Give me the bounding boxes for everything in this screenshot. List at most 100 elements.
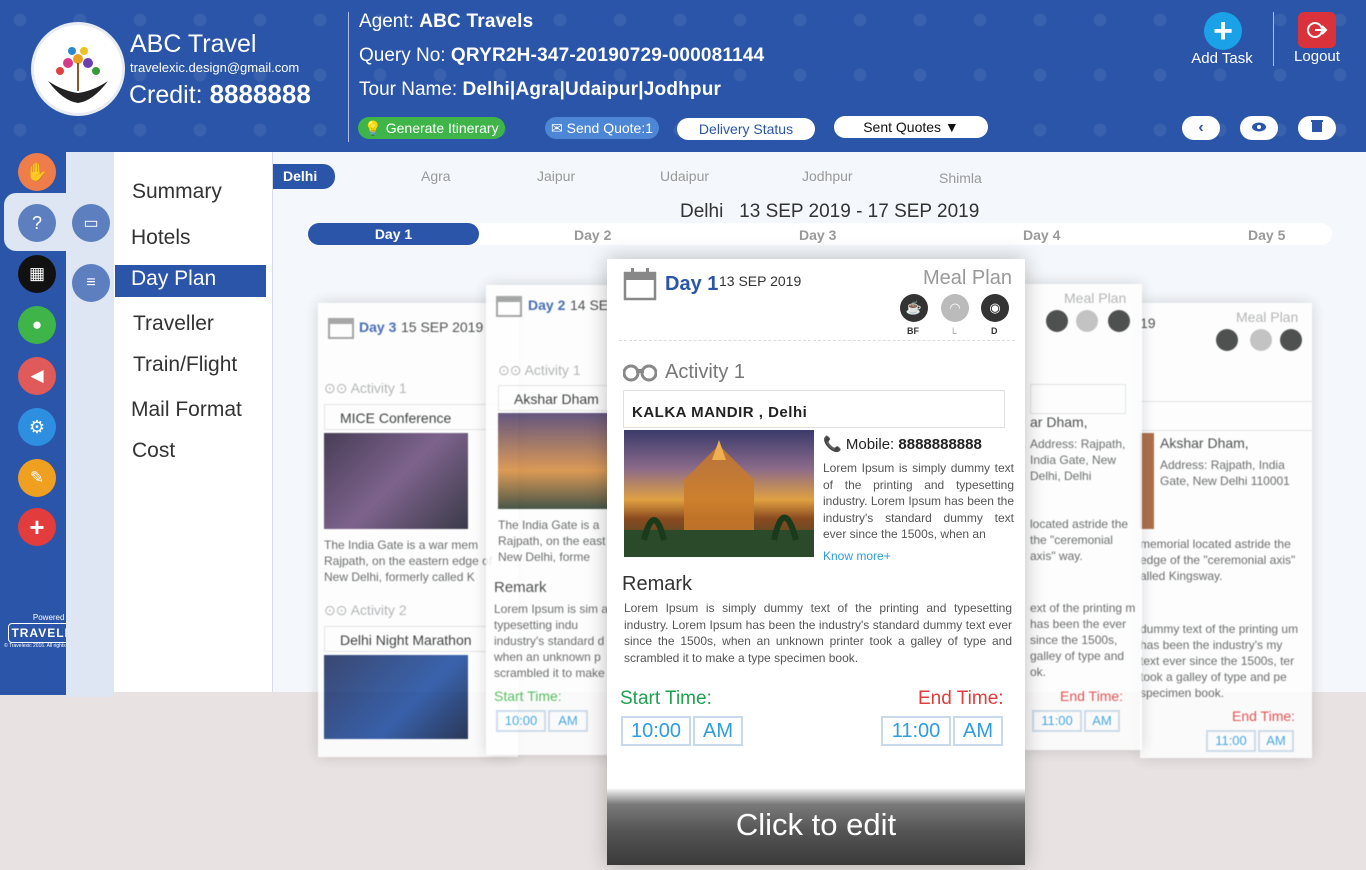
card2-remark-title: Remark bbox=[494, 579, 547, 596]
tour-line: Tour Name: Delhi|Agra|Udaipur|Jodhpur bbox=[359, 79, 722, 100]
list-search-icon[interactable]: ≡ bbox=[72, 264, 110, 302]
card2-start-ampm[interactable]: AM bbox=[548, 710, 588, 732]
card3-desc: The India Gate is a war mem Rajpath, on … bbox=[324, 538, 493, 584]
city-tab-jodhpur[interactable]: Jodhpur bbox=[802, 168, 853, 184]
breakfast-icon bbox=[1216, 329, 1238, 351]
day-tab-2[interactable]: Day 2 bbox=[574, 227, 611, 243]
remark-text: Lorem Ipsum is simply dummy text of the … bbox=[624, 601, 1012, 665]
card4-address: Address: Rajpath, India Gate, New Delhi,… bbox=[1030, 437, 1126, 483]
rail-map-icon[interactable]: ▦ bbox=[18, 255, 56, 293]
temple-photo bbox=[624, 430, 814, 557]
rail-add-icon[interactable]: + bbox=[18, 508, 56, 546]
calendar-icon bbox=[496, 293, 522, 322]
end-ampm-select[interactable]: AM bbox=[953, 716, 1003, 746]
menu-cost[interactable]: Cost bbox=[132, 439, 175, 463]
calendar-icon bbox=[328, 315, 354, 344]
card5-remark: dummy text of the printing um has been t… bbox=[1140, 622, 1299, 700]
city-tab-agra[interactable]: Agra bbox=[421, 168, 451, 184]
generate-itinerary-button[interactable]: 💡 Generate Itinerary bbox=[358, 117, 505, 139]
query-line: Query No: QRYR2H-347-20190729-000081144 bbox=[359, 45, 765, 66]
city-tab-udaipur[interactable]: Udaipur bbox=[660, 168, 709, 184]
binoculars-icon: ⊙⊙ bbox=[498, 362, 522, 378]
rail-query-icon[interactable]: ? bbox=[18, 204, 56, 242]
city-tab-delhi[interactable]: Delhi bbox=[273, 164, 335, 189]
action-divider bbox=[1273, 12, 1274, 66]
end-time-label: End Time: bbox=[918, 688, 1004, 709]
presentation-icon[interactable]: ▭ bbox=[72, 204, 110, 242]
rail-edit-icon[interactable]: ✎ bbox=[18, 459, 56, 497]
click-to-edit-bar[interactable]: Click to edit bbox=[607, 789, 1025, 865]
mobile-line: 📞 Mobile: 8888888888 bbox=[823, 436, 982, 453]
card2-start-time[interactable]: 10:00 bbox=[496, 710, 546, 732]
meal-plan-title: Meal Plan bbox=[923, 267, 1012, 289]
start-time-input[interactable]: 10:00 bbox=[621, 716, 691, 746]
menu-traveller[interactable]: Traveller bbox=[133, 312, 214, 336]
phone-icon: 📞 bbox=[823, 436, 842, 453]
day-card-1[interactable]: Day 1 13 SEP 2019 Meal Plan ☕ ◠ ◉ BF L D… bbox=[607, 259, 1025, 865]
company-logo bbox=[34, 25, 122, 113]
rail-promo-icon[interactable]: ◀ bbox=[18, 357, 56, 395]
day-tab-4[interactable]: Day 4 bbox=[1023, 227, 1060, 243]
menu-summary[interactable]: Summary bbox=[132, 180, 222, 204]
sent-quotes-dropdown[interactable]: Sent Quotes ▼ bbox=[834, 116, 988, 138]
click-to-edit-label[interactable]: Click to edit bbox=[607, 807, 1025, 843]
card1-date: 13 SEP 2019 bbox=[719, 273, 802, 289]
card3-day: Day 3 bbox=[359, 319, 397, 335]
card1-day: Day 1 bbox=[665, 273, 719, 295]
eye-icon bbox=[1251, 119, 1267, 137]
send-quote-button[interactable]: ✉ Send Quote:1 bbox=[545, 117, 659, 139]
bulb-icon: 💡 bbox=[364, 120, 382, 136]
card4-end-ampm[interactable]: AM bbox=[1084, 710, 1120, 732]
agent-line: Agent: ABC Travels bbox=[359, 11, 534, 32]
rail-home-icon[interactable]: ✋ bbox=[18, 153, 56, 191]
card4-desc: located astride the the "ceremonial axis… bbox=[1030, 517, 1129, 563]
add-task-icon[interactable]: + bbox=[1204, 12, 1242, 50]
lunch-icon[interactable]: ◠ bbox=[941, 294, 969, 322]
logout-icon[interactable] bbox=[1298, 12, 1336, 48]
card3-date: 15 SEP 2019 bbox=[401, 319, 484, 335]
card5-end-time[interactable]: 11:00 bbox=[1206, 730, 1256, 752]
date-range: Delhi 13 SEP 2019 - 17 SEP 2019 bbox=[680, 201, 980, 222]
card5-end-label: End Time: bbox=[1232, 708, 1296, 724]
breakfast-icon[interactable]: ☕ bbox=[900, 294, 928, 322]
know-more-link[interactable]: Know more+ bbox=[823, 549, 891, 563]
dinner-icon bbox=[1280, 329, 1302, 351]
card4-place-box bbox=[1030, 384, 1126, 414]
lunch-label: L bbox=[952, 326, 958, 336]
caret-down-icon: ▼ bbox=[944, 119, 959, 135]
lunch-icon bbox=[1250, 329, 1272, 351]
menu-day-plan[interactable]: Day Plan bbox=[131, 267, 216, 291]
card5-end-ampm[interactable]: AM bbox=[1258, 730, 1294, 752]
delete-button[interactable] bbox=[1298, 116, 1336, 140]
menu-mail-format[interactable]: Mail Format bbox=[131, 398, 242, 422]
day-card-5[interactable]: Meal Plan 19 Akshar Dham, Address: Rajpa… bbox=[1140, 303, 1312, 758]
breakfast-icon bbox=[1046, 310, 1068, 332]
day-tab-3[interactable]: Day 3 bbox=[799, 227, 836, 243]
day-tab-1[interactable]: Day 1 bbox=[308, 223, 479, 245]
rail-users-icon[interactable]: ● bbox=[18, 306, 56, 344]
start-ampm-select[interactable]: AM bbox=[693, 716, 743, 746]
delivery-status-button[interactable]: Delivery Status bbox=[677, 118, 815, 140]
card4-end-time[interactable]: 11:00 bbox=[1032, 710, 1082, 732]
activity-place[interactable]: KALKA MANDIR , Delhi bbox=[623, 390, 1005, 428]
menu-hotels[interactable]: Hotels bbox=[131, 226, 191, 250]
day-tab-5[interactable]: Day 5 bbox=[1248, 227, 1285, 243]
header-divider bbox=[348, 12, 349, 142]
city-tab-jaipur[interactable]: Jaipur bbox=[537, 168, 575, 184]
dinner-icon[interactable]: ◉ bbox=[981, 294, 1009, 322]
conference-photo bbox=[324, 433, 468, 529]
city-tab-shimla[interactable]: Shimla bbox=[939, 170, 982, 186]
chevron-left-icon: ‹ bbox=[1198, 119, 1204, 136]
binoculars-icon bbox=[622, 360, 658, 387]
logout-label[interactable]: Logout bbox=[1286, 48, 1348, 65]
menu-train-flight[interactable]: Train/Flight bbox=[133, 353, 237, 377]
back-button[interactable]: ‹ bbox=[1182, 116, 1220, 140]
preview-button[interactable] bbox=[1240, 116, 1278, 140]
day-card-4[interactable]: Meal Plan ar Dham, Address: Rajpath, Ind… bbox=[1020, 284, 1142, 750]
credit-display: Credit: 8888888 bbox=[129, 79, 311, 109]
card4-end-label: End Time: bbox=[1060, 688, 1124, 704]
add-task-label[interactable]: Add Task bbox=[1188, 50, 1256, 67]
rail-settings-icon[interactable]: ⚙ bbox=[18, 408, 56, 446]
card4-place: ar Dham, bbox=[1030, 414, 1088, 430]
end-time-input[interactable]: 11:00 bbox=[881, 716, 951, 746]
